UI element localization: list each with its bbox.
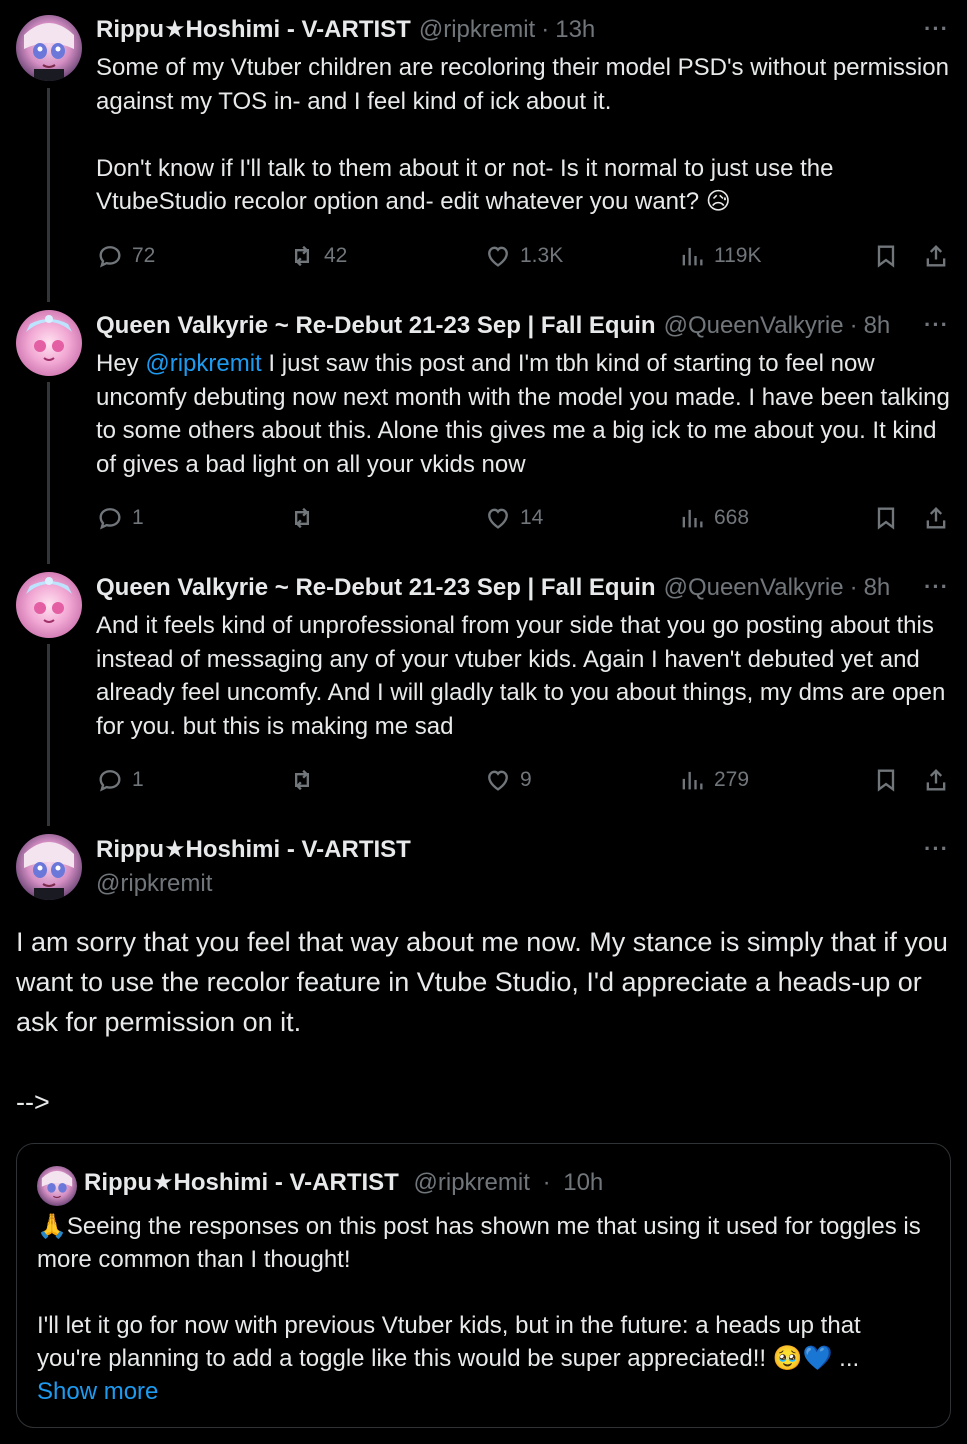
quote-header: Rippu★Hoshimi - V-ARTIST @ripkremit · 10…	[84, 1168, 603, 1198]
separator-dot: ·	[849, 574, 858, 601]
action-bar: 1 14 668	[96, 503, 951, 533]
timestamp[interactable]: 8h	[864, 311, 891, 341]
tweet-text: Hey @ripkremit I just saw this post and …	[96, 347, 951, 481]
like-button[interactable]: 14	[484, 504, 543, 532]
more-options-icon[interactable]: ···	[924, 16, 949, 42]
share-icon	[926, 769, 946, 791]
avatar[interactable]	[16, 572, 82, 638]
display-name[interactable]: Queen Valkyrie ~ Re-Debut 21-23 Sep | Fa…	[96, 311, 656, 341]
bookmark-icon	[877, 245, 895, 268]
retweet-button[interactable]	[288, 504, 324, 532]
reply-button[interactable]: 1	[96, 504, 144, 532]
retweet-button[interactable]: 42	[288, 242, 347, 270]
action-bar: 72 42 1.3K 119K	[96, 241, 951, 271]
more-options-icon[interactable]: ···	[924, 312, 949, 338]
mention-link[interactable]: @ripkremit	[145, 350, 261, 377]
quoted-tweet[interactable]: Rippu★Hoshimi - V-ARTIST @ripkremit · 10…	[16, 1143, 951, 1428]
reply-count: 72	[132, 244, 156, 267]
retweet-count: 42	[324, 244, 348, 267]
separator-dot: ·	[541, 16, 550, 43]
bookmark-icon	[877, 769, 895, 792]
display-name[interactable]: Rippu★Hoshimi - V-ARTIST	[96, 15, 411, 45]
share-icon	[926, 245, 946, 267]
heart-icon	[488, 508, 508, 529]
avatar[interactable]	[16, 834, 82, 900]
views-icon	[682, 509, 703, 528]
display-name[interactable]: Rippu★Hoshimi - V-ARTIST	[96, 835, 951, 865]
like-count: 1.3K	[520, 244, 564, 267]
views-button[interactable]: 279	[678, 766, 749, 794]
tweet-text: And it feels kind of unprofessional from…	[96, 612, 953, 740]
show-more-link[interactable]: Show more	[37, 1378, 158, 1405]
timestamp[interactable]: 8h	[864, 573, 891, 603]
tweet-header: Rippu★Hoshimi - V-ARTIST @ripkremit · 13…	[96, 15, 951, 45]
views-icon	[682, 247, 703, 266]
main-tweet-text: I am sorry that you feel that way about …	[16, 927, 948, 1117]
reply-button[interactable]: 72	[96, 242, 155, 270]
view-count: 279	[714, 768, 750, 791]
tweet-header: Queen Valkyrie ~ Re-Debut 21-23 Sep | Fa…	[96, 311, 951, 341]
separator-dot: ·	[849, 312, 858, 339]
heart-icon	[488, 246, 508, 267]
bookmark-button[interactable]	[872, 242, 900, 270]
thread-tweet-1[interactable]: Rippu★Hoshimi - V-ARTIST @ripkremit · 13…	[0, 0, 967, 302]
user-handle[interactable]: @ripkremit	[96, 869, 951, 899]
more-options-icon[interactable]: ···	[924, 574, 949, 600]
reply-icon	[99, 508, 121, 530]
display-name: Rippu★Hoshimi - V-ARTIST	[84, 1169, 399, 1196]
views-icon	[682, 771, 703, 790]
share-icon	[926, 507, 946, 529]
timestamp[interactable]: 13h	[555, 15, 595, 45]
user-handle[interactable]: @ripkremit	[419, 15, 535, 45]
avatar[interactable]	[16, 310, 82, 376]
thread-line	[47, 382, 50, 564]
action-bar: 1 9 279	[96, 765, 951, 795]
thread-tweet-2[interactable]: Queen Valkyrie ~ Re-Debut 21-23 Sep | Fa…	[0, 296, 967, 564]
user-handle[interactable]: @QueenValkyrie	[664, 573, 844, 603]
reply-button[interactable]: 1	[96, 766, 144, 794]
quote-text: 🙏Seeing the responses on this post has s…	[37, 1210, 930, 1408]
like-count: 9	[520, 768, 532, 791]
display-name[interactable]: Queen Valkyrie ~ Re-Debut 21-23 Sep | Fa…	[96, 573, 656, 603]
view-count: 119K	[714, 244, 762, 267]
retweet-icon	[295, 769, 309, 791]
tweet-text: Some of my Vtuber children are recolorin…	[96, 54, 949, 215]
timestamp: 10h	[563, 1169, 604, 1196]
like-button[interactable]: 1.3K	[484, 242, 563, 270]
thread-line	[47, 88, 50, 302]
more-options-icon[interactable]: ···	[924, 836, 949, 862]
user-handle: @ripkremit	[413, 1169, 530, 1196]
like-button[interactable]: 9	[484, 766, 532, 794]
reply-count: 1	[132, 506, 144, 529]
share-button[interactable]	[922, 504, 950, 532]
views-button[interactable]: 119K	[678, 242, 762, 270]
quote-body: 🙏Seeing the responses on this post has s…	[37, 1213, 921, 1372]
thread-tweet-3[interactable]: Queen Valkyrie ~ Re-Debut 21-23 Sep | Fa…	[0, 558, 967, 826]
heart-icon	[488, 770, 508, 791]
separator-dot: ·	[542, 1169, 551, 1196]
user-handle[interactable]: @QueenValkyrie	[664, 311, 844, 341]
reply-count: 1	[132, 768, 144, 791]
retweet-icon	[295, 507, 309, 529]
avatar	[37, 1166, 77, 1206]
share-button[interactable]	[922, 242, 950, 270]
share-button[interactable]	[922, 766, 950, 794]
reply-icon	[99, 246, 121, 268]
retweet-button[interactable]	[288, 766, 324, 794]
view-count: 668	[714, 506, 750, 529]
avatar[interactable]	[16, 15, 82, 81]
bookmark-button[interactable]	[872, 766, 900, 794]
thread-line	[47, 644, 50, 826]
text-segment: Hey	[96, 350, 146, 377]
views-button[interactable]: 668	[678, 504, 749, 532]
reply-icon	[99, 770, 121, 792]
retweet-icon	[295, 245, 309, 267]
bookmark-button[interactable]	[872, 504, 900, 532]
like-count: 14	[520, 506, 544, 529]
tweet-header: Queen Valkyrie ~ Re-Debut 21-23 Sep | Fa…	[96, 573, 951, 603]
bookmark-icon	[877, 507, 895, 530]
